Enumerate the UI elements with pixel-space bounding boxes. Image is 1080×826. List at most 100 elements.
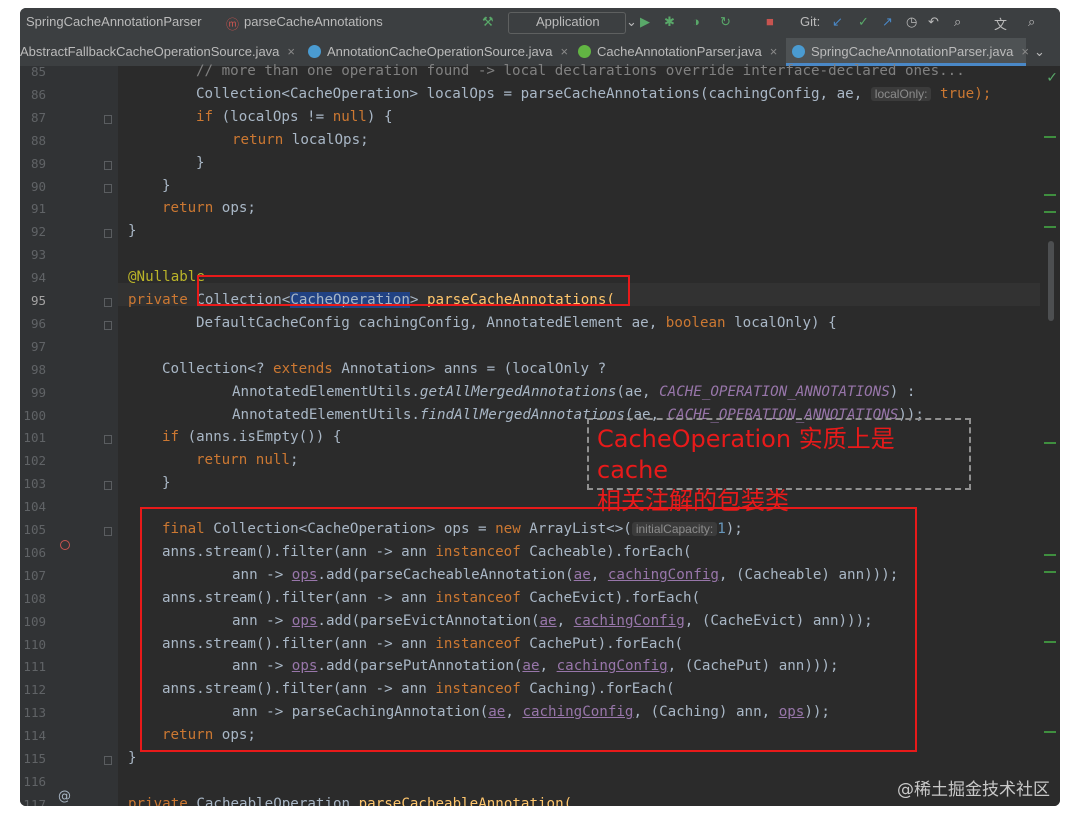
fold-marker-icon[interactable]: [104, 160, 112, 170]
line-number[interactable]: 105: [20, 522, 46, 537]
keyword: private: [128, 795, 188, 806]
line-number[interactable]: 91: [20, 201, 46, 216]
code-line-101: if (anns.isEmpty()) {: [162, 429, 341, 445]
line-number[interactable]: 110: [20, 637, 46, 652]
code-text: (ae,: [616, 383, 660, 400]
line-number[interactable]: 97: [20, 339, 46, 354]
line-number[interactable]: 85: [20, 64, 46, 79]
rollback-icon[interactable]: ↶: [928, 14, 939, 30]
change-marker[interactable]: [1044, 554, 1056, 556]
breadcrumb-method[interactable]: parseCacheAnnotations: [244, 14, 383, 29]
code-line-102: return null;: [196, 452, 299, 468]
fold-marker-icon[interactable]: [104, 527, 112, 536]
change-marker[interactable]: [1044, 194, 1056, 196]
run-icon[interactable]: ▶: [640, 14, 650, 30]
line-number[interactable]: 112: [20, 682, 46, 697]
line-number[interactable]: 107: [20, 568, 46, 583]
fold-marker-icon[interactable]: [104, 183, 112, 193]
line-number[interactable]: 115: [20, 751, 46, 766]
line-number[interactable]: 86: [20, 87, 46, 102]
breadcrumb-file[interactable]: SpringCacheAnnotationParser: [26, 14, 202, 29]
tab-cache-annotation-parser[interactable]: CacheAnnotationParser.java ×: [578, 38, 786, 66]
fold-marker-icon[interactable]: [104, 435, 112, 445]
line-number[interactable]: 89: [20, 156, 46, 171]
code-line-103: }: [162, 475, 171, 492]
debug-icon[interactable]: ✱: [664, 14, 675, 30]
code-line-96: DefaultCacheConfig cachingConfig, Annota…: [196, 315, 837, 331]
translate-icon[interactable]: 文: [994, 14, 1007, 33]
line-number[interactable]: 103: [20, 476, 46, 491]
line-number[interactable]: 111: [20, 659, 46, 674]
line-number[interactable]: 88: [20, 133, 46, 148]
change-marker[interactable]: [1044, 571, 1056, 573]
fold-marker-icon[interactable]: [104, 229, 112, 239]
change-marker[interactable]: [1044, 211, 1056, 213]
tabs-overflow-icon[interactable]: ⌄: [1034, 38, 1045, 66]
change-marker[interactable]: [1044, 641, 1056, 643]
code-line-89: }: [196, 154, 205, 171]
line-number[interactable]: 109: [20, 614, 46, 629]
fold-marker-icon[interactable]: [104, 756, 112, 765]
change-marker[interactable]: [1044, 442, 1056, 444]
coverage-icon[interactable]: ◑: [692, 14, 700, 29]
close-icon[interactable]: ×: [287, 44, 295, 59]
breakpoint-icon[interactable]: [60, 540, 70, 550]
line-number[interactable]: 108: [20, 591, 46, 606]
line-number[interactable]: 100: [20, 408, 46, 423]
code-text: true);: [940, 85, 992, 102]
interface-icon: [578, 45, 591, 58]
git-label: Git:: [800, 14, 821, 29]
line-number[interactable]: 92: [20, 224, 46, 239]
tab-abstract-fallback[interactable]: AbstractFallbackCacheOperationSource.jav…: [20, 38, 302, 66]
line-number[interactable]: 95: [20, 293, 46, 308]
line-number[interactable]: 102: [20, 453, 46, 468]
fold-marker-icon[interactable]: [104, 298, 112, 307]
line-number[interactable]: 98: [20, 362, 46, 377]
change-marker[interactable]: [1044, 226, 1056, 228]
line-number[interactable]: 94: [20, 270, 46, 285]
tab-spring-cache-annotation-parser[interactable]: SpringCacheAnnotationParser.java ×: [786, 38, 1029, 66]
override-marker-icon[interactable]: @: [58, 789, 71, 804]
editor-scrollbar[interactable]: ✓: [1042, 66, 1060, 806]
fold-marker-icon[interactable]: [104, 114, 112, 124]
line-number[interactable]: 113: [20, 705, 46, 720]
git-commit-icon[interactable]: ✓: [858, 14, 869, 30]
change-marker[interactable]: [1044, 136, 1056, 138]
code-line-85: // more than one operation found -> loca…: [196, 63, 965, 79]
line-number[interactable]: 114: [20, 728, 46, 743]
close-icon[interactable]: ×: [1021, 44, 1029, 59]
line-number[interactable]: 106: [20, 545, 46, 560]
code-text: localOps;: [283, 131, 369, 148]
tab-annotation-cache-source[interactable]: AnnotationCacheOperationSource.java ×: [308, 38, 570, 66]
tab-label: AnnotationCacheOperationSource.java: [327, 44, 553, 59]
method-icon: ⓜ: [226, 17, 240, 32]
scroll-thumb[interactable]: [1048, 241, 1054, 321]
change-marker[interactable]: [1044, 731, 1056, 733]
search-everywhere-icon[interactable]: ⌕: [1028, 14, 1035, 30]
code-line-94: @Nullable: [128, 269, 205, 286]
git-push-icon[interactable]: ↗: [882, 14, 893, 30]
profile-icon[interactable]: ↻: [720, 14, 731, 30]
line-number[interactable]: 116: [20, 774, 46, 789]
close-icon[interactable]: ×: [560, 44, 568, 59]
fold-marker-icon[interactable]: [104, 481, 112, 491]
hammer-icon[interactable]: ⚒: [482, 14, 494, 30]
history-icon[interactable]: ◷: [906, 14, 917, 30]
inspection-ok-icon[interactable]: ✓: [1046, 70, 1058, 86]
line-number[interactable]: 101: [20, 430, 46, 445]
search-icon[interactable]: ⌕: [954, 14, 961, 30]
stop-icon[interactable]: ■: [766, 14, 774, 29]
line-number[interactable]: 93: [20, 247, 46, 262]
fold-marker-icon[interactable]: [104, 320, 112, 330]
method-call: getAllMergedAnnotations: [419, 383, 617, 400]
line-number[interactable]: 90: [20, 179, 46, 194]
highlight-box-return-type: [197, 275, 630, 306]
line-number[interactable]: 104: [20, 499, 46, 514]
close-icon[interactable]: ×: [770, 44, 778, 59]
line-number[interactable]: 99: [20, 385, 46, 400]
line-number[interactable]: 96: [20, 316, 46, 331]
git-update-icon[interactable]: ↙: [832, 14, 843, 30]
line-number[interactable]: 87: [20, 110, 46, 125]
line-number[interactable]: 117: [20, 797, 46, 806]
code-line-115: }: [128, 750, 137, 766]
